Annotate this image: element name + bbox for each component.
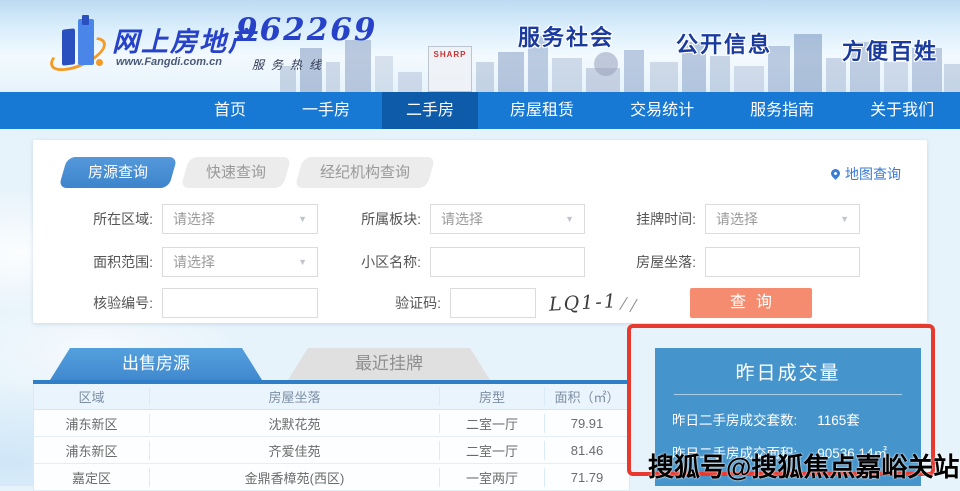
chevron-down-icon: ▼ (840, 214, 849, 224)
field-region: 所在区域: 请选择▼ (162, 204, 318, 234)
listings-table: 区域 房屋坐落 房型 面积（㎡） 浦东新区 沈默花苑 二室一厅 79.91 浦东… (33, 384, 630, 491)
field-verification-number: 核验编号: (162, 288, 318, 318)
map-pin-icon (829, 167, 842, 180)
nav-item-second-hand[interactable]: 二手房 (382, 92, 478, 129)
captcha-input[interactable] (450, 288, 536, 318)
field-area-range: 面积范围: 请选择▼ (162, 247, 318, 277)
nav-item-home[interactable]: 首页 (190, 92, 270, 129)
hotline-label: 服务热线 (252, 56, 328, 73)
header-layout: 房型 (440, 387, 545, 406)
captcha-noise (629, 299, 637, 312)
nav-item-statistics[interactable]: 交易统计 (606, 92, 718, 129)
verification-number-label: 核验编号: (93, 288, 153, 318)
field-listing-time: 挂牌时间: 请选择▼ (705, 204, 860, 234)
header-address: 房屋坐落 (150, 387, 440, 406)
region-select[interactable]: 请选择▼ (162, 204, 318, 234)
slogan-convenience: 方便百姓 (842, 34, 938, 66)
search-button[interactable]: 查询 (690, 288, 812, 318)
table-header-row: 区域 房屋坐落 房型 面积（㎡） (34, 384, 629, 410)
nav-item-about[interactable]: 关于我们 (846, 92, 958, 129)
community-name-label: 小区名称: (361, 247, 421, 277)
chevron-down-icon: ▼ (298, 214, 307, 224)
captcha-label: 验证码: (395, 288, 441, 318)
header-area: 面积（㎡） (545, 387, 629, 406)
chevron-down-icon: ▼ (298, 257, 307, 267)
area-range-select[interactable]: 请选择▼ (162, 247, 318, 277)
chevron-down-icon: ▼ (565, 214, 574, 224)
tab-listing-search[interactable]: 房源查询 (59, 157, 178, 188)
field-community-name: 小区名称: (430, 247, 585, 277)
slogan-open-information: 公开信息 (676, 27, 772, 59)
main-nav: 首页 一手房 二手房 房屋租赁 交易统计 服务指南 关于我们 (0, 92, 960, 129)
table-row[interactable]: 浦东新区 齐爱佳苑 二室一厅 81.46 (34, 437, 629, 464)
captcha-image[interactable]: LQ1-1 (549, 288, 641, 318)
header-district: 区域 (34, 387, 150, 406)
field-captcha: 验证码: (450, 288, 536, 318)
field-block: 所属板块: 请选择▼ (430, 204, 585, 234)
region-label: 所在区域: (93, 204, 153, 234)
tab-for-sale-listings[interactable]: 出售房源 (50, 348, 262, 380)
table-row[interactable]: 浦东新区 沈默花苑 二室一厅 79.91 (34, 410, 629, 437)
hotline-number: 962269 (236, 12, 377, 48)
house-location-label: 房屋坐落: (636, 247, 696, 277)
tab-agency-search[interactable]: 经纪机构查询 (295, 157, 436, 188)
search-panel: 房源查询 快速查询 经纪机构查询 地图查询 所在区域: 请选择▼ 所属板块: 请… (33, 140, 927, 323)
watermark-text: 搜狐号@搜狐焦点嘉峪关站 (648, 447, 959, 484)
site-url: www.Fangdi.com.cn (116, 56, 222, 68)
field-house-location: 房屋坐落: (705, 247, 860, 277)
tab-quick-search[interactable]: 快速查询 (181, 157, 292, 188)
slogan-serve-society: 服务社会 (518, 20, 614, 52)
house-location-input[interactable] (705, 247, 860, 277)
site-logo-icon[interactable] (52, 15, 110, 79)
verification-number-input[interactable] (162, 288, 318, 318)
block-select[interactable]: 请选择▼ (430, 204, 585, 234)
community-name-input[interactable] (430, 247, 585, 277)
listing-time-select[interactable]: 请选择▼ (705, 204, 860, 234)
nav-item-new-homes[interactable]: 一手房 (278, 92, 374, 129)
tab-recently-listed[interactable]: 最近挂牌 (288, 348, 490, 380)
nav-item-rental[interactable]: 房屋租赁 (486, 92, 598, 129)
area-range-label: 面积范围: (93, 247, 153, 277)
site-header: SHARP 网上房地产 www.Fangdi.com.cn 962269 服务热… (0, 0, 960, 92)
captcha-noise (619, 297, 628, 310)
sharp-building-sign: SHARP (428, 46, 472, 92)
listing-time-label: 挂牌时间: (636, 204, 696, 234)
table-row[interactable]: 嘉定区 金鼎香樟苑(西区) 一室两厅 71.79 (34, 464, 629, 491)
nav-item-guide[interactable]: 服务指南 (726, 92, 838, 129)
block-label: 所属板块: (361, 204, 421, 234)
map-search-link[interactable]: 地图查询 (831, 164, 901, 184)
